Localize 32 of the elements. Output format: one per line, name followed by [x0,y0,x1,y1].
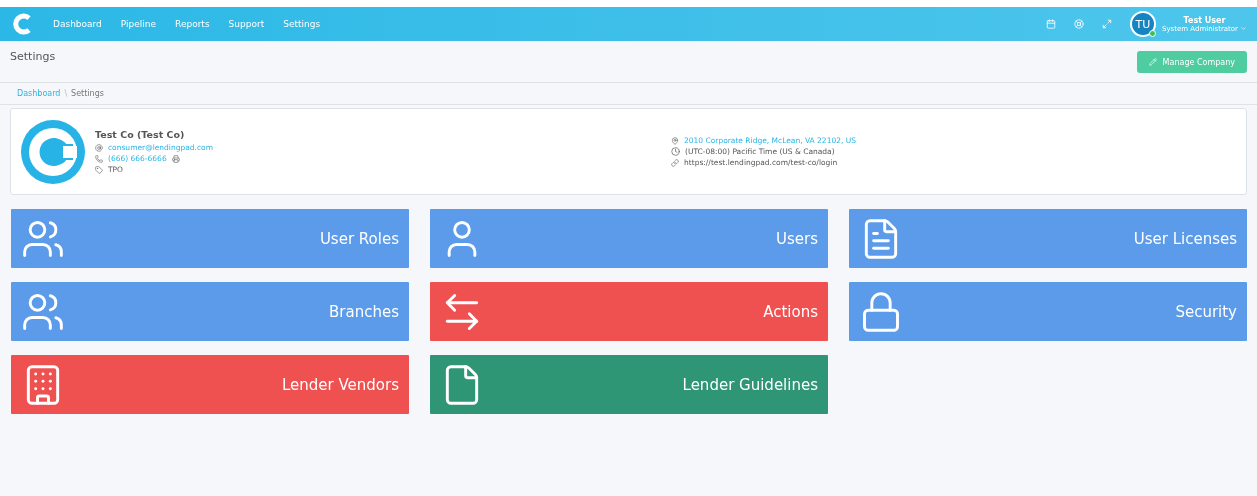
company-name: Test Co (Test Co) [95,129,186,140]
company-logo [21,119,85,184]
settings-tile[interactable]: User Licenses [849,209,1247,268]
user-name[interactable]: Test User [1183,15,1226,25]
page-title: Settings [10,50,56,63]
caret-icon[interactable] [1240,25,1247,32]
settings-tile[interactable]: User Roles [11,209,409,268]
nav-link[interactable]: Settings [283,19,321,29]
settings-tile[interactable]: Actions [430,282,828,341]
phone-icon [95,154,103,163]
nav-link[interactable]: Pipeline [120,19,157,29]
settings-tile[interactable]: Security [849,282,1247,341]
settings-tile[interactable]: Users [430,209,828,268]
breadcrumb-link[interactable]: Dashboard [17,89,61,98]
clock-icon [671,147,680,156]
tag-icon [95,165,103,174]
pencil-icon [1148,58,1157,66]
breadcrumb-separator: \ [64,89,68,98]
settings-tile[interactable]: Branches [11,282,409,341]
settings-tile[interactable]: Lender Guidelines [430,355,828,414]
nav-link[interactable]: Dashboard [53,19,102,29]
link-icon [671,158,679,167]
calendar-icon[interactable] [1045,19,1056,29]
user-avatar[interactable]: TU [1129,11,1156,37]
nav-link[interactable]: Support [228,19,265,29]
lifebuoy-icon[interactable] [1073,19,1084,29]
settings-tile[interactable]: Lender Vendors [11,355,409,414]
fax-icon[interactable] [171,154,180,163]
expand-icon[interactable] [1101,19,1112,29]
breadcrumb-current: Settings [71,89,104,98]
nav-link[interactable]: Reports [175,19,210,29]
manage-company-button[interactable]: Manage Company [1136,51,1247,73]
